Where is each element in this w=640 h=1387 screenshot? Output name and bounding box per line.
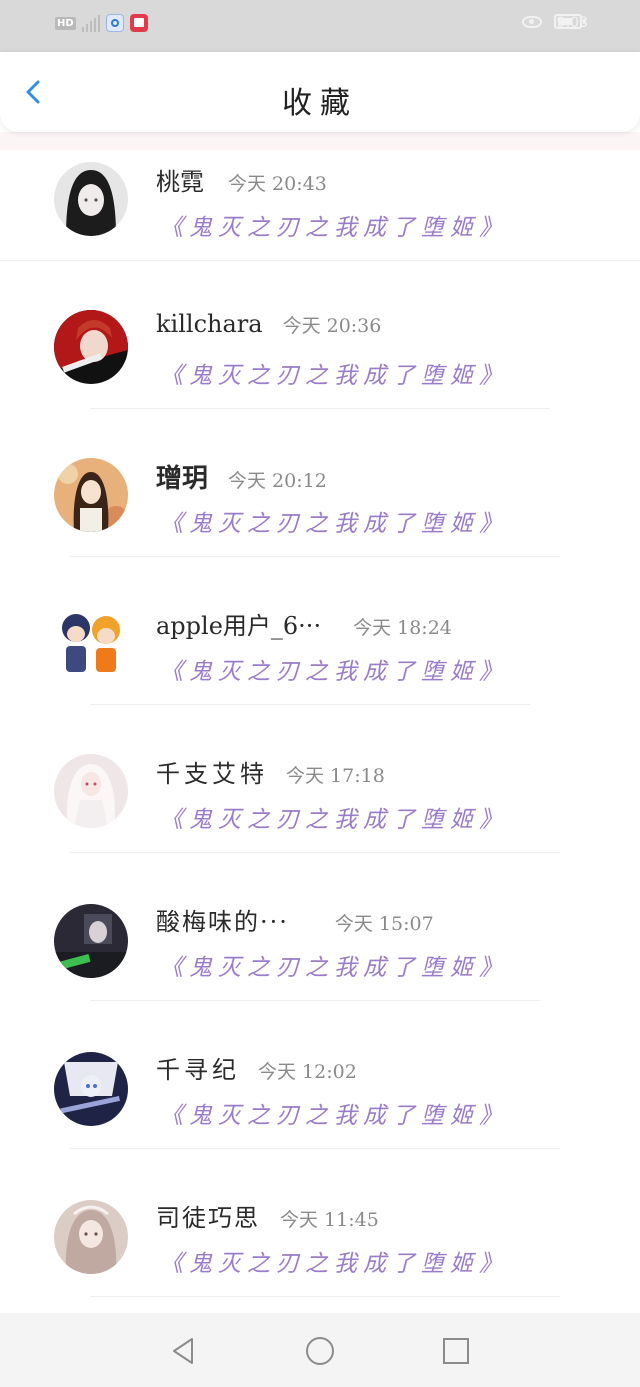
divider bbox=[70, 852, 560, 853]
eye-comfort-icon bbox=[522, 15, 542, 28]
circle-home-icon[interactable] bbox=[305, 1336, 335, 1366]
hd-badge: HD bbox=[55, 16, 76, 30]
signal-icon bbox=[81, 14, 100, 32]
divider bbox=[70, 556, 560, 557]
item-meta: 桃霓 今天 20:43 bbox=[156, 162, 327, 197]
avatar bbox=[54, 1200, 128, 1274]
timestamp: 今天 12:02 bbox=[258, 1061, 357, 1083]
book-title: 《鬼灭之刃之我成了堕姬》 bbox=[160, 1251, 508, 1277]
list-item[interactable]: 桃霓 今天 20:43 《鬼灭之刃之我成了堕姬》 bbox=[0, 150, 640, 298]
user-name: 千寻纪 bbox=[156, 1056, 240, 1084]
book-title: 《鬼灭之刃之我成了堕姬》 bbox=[160, 363, 508, 389]
reader-app-icon bbox=[129, 14, 148, 32]
avatar bbox=[54, 458, 128, 532]
header: 收藏 bbox=[0, 52, 640, 132]
avatar bbox=[54, 1052, 128, 1126]
book-title: 《鬼灭之刃之我成了堕姬》 bbox=[160, 1103, 508, 1129]
item-meta: apple用户_6··· 今天 18:24 bbox=[156, 606, 452, 641]
list-item[interactable]: 千寻纪 今天 12:02 《鬼灭之刃之我成了堕姬》 bbox=[0, 1038, 640, 1186]
status-icons-left: HD bbox=[55, 14, 148, 32]
user-name: 司徒巧思 bbox=[156, 1204, 260, 1232]
system-nav-bar bbox=[0, 1313, 640, 1387]
avatar bbox=[54, 754, 128, 828]
timestamp: 今天 18:24 bbox=[353, 617, 452, 639]
avatar bbox=[54, 162, 128, 236]
avatar bbox=[54, 606, 128, 680]
timestamp: 今天 11:45 bbox=[280, 1209, 379, 1231]
timestamp: 今天 15:07 bbox=[334, 913, 434, 935]
avatar bbox=[54, 904, 128, 978]
page-title: 收藏 bbox=[282, 86, 358, 121]
timestamp: 今天 20:36 bbox=[282, 315, 382, 337]
book-title: 《鬼灭之刃之我成了堕姬》 bbox=[160, 511, 508, 537]
header-shadow-strip bbox=[0, 132, 640, 150]
user-name: 酸梅味的··· bbox=[156, 908, 289, 936]
divider bbox=[90, 408, 550, 409]
square-recent-icon[interactable] bbox=[441, 1336, 471, 1366]
divider bbox=[90, 1296, 560, 1297]
timestamp: 今天 20:43 bbox=[228, 173, 327, 195]
divider bbox=[0, 260, 640, 261]
list-item[interactable]: killchara 今天 20:36 《鬼灭之刃之我成了堕姬》 bbox=[0, 298, 640, 446]
item-meta: 千寻纪 今天 12:02 bbox=[156, 1050, 357, 1085]
list-item[interactable]: 司徒巧思 今天 11:45 《鬼灭之刃之我成了堕姬》 bbox=[0, 1186, 640, 1334]
browser-app-icon bbox=[105, 14, 124, 32]
item-meta: 司徒巧思 今天 11:45 bbox=[156, 1198, 379, 1233]
list-item[interactable]: apple用户_6··· 今天 18:24 《鬼灭之刃之我成了堕姬》 bbox=[0, 594, 640, 742]
divider bbox=[70, 1148, 560, 1149]
list-item[interactable]: 璔玥 今天 20:12 《鬼灭之刃之我成了堕姬》 bbox=[0, 446, 640, 594]
user-name: 千支艾特 bbox=[156, 760, 268, 788]
timestamp: 今天 20:12 bbox=[228, 470, 327, 492]
status-time: 9:03 bbox=[556, 15, 588, 31]
item-meta: 千支艾特 今天 17:18 bbox=[156, 754, 385, 789]
divider bbox=[90, 704, 530, 705]
triangle-back-icon[interactable] bbox=[168, 1336, 198, 1366]
user-name: apple用户_6··· bbox=[156, 612, 322, 640]
book-title: 《鬼灭之刃之我成了堕姬》 bbox=[160, 659, 508, 685]
list-item[interactable]: 酸梅味的··· 今天 15:07 《鬼灭之刃之我成了堕姬》 bbox=[0, 890, 640, 1038]
user-name: 桃霓 bbox=[156, 168, 204, 196]
item-meta: 璔玥 今天 20:12 bbox=[156, 458, 327, 495]
avatar bbox=[54, 310, 128, 384]
user-name: 璔玥 bbox=[156, 464, 209, 494]
user-name: killchara bbox=[156, 310, 263, 338]
status-bar: HD 9:03 bbox=[0, 0, 640, 52]
timestamp: 今天 17:18 bbox=[286, 765, 385, 787]
book-title: 《鬼灭之刃之我成了堕姬》 bbox=[160, 807, 508, 833]
book-title: 《鬼灭之刃之我成了堕姬》 bbox=[160, 955, 508, 981]
book-title: 《鬼灭之刃之我成了堕姬》 bbox=[160, 215, 508, 241]
item-meta: 酸梅味的··· 今天 15:07 bbox=[156, 902, 434, 937]
list-item[interactable]: 千支艾特 今天 17:18 《鬼灭之刃之我成了堕姬》 bbox=[0, 742, 640, 890]
item-meta: killchara 今天 20:36 bbox=[156, 310, 381, 338]
divider bbox=[90, 1000, 540, 1001]
